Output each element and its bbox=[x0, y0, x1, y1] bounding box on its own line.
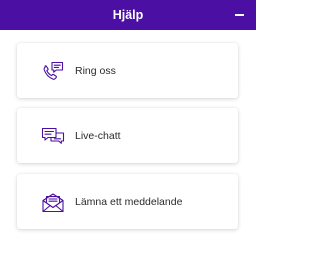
minimize-icon bbox=[234, 14, 244, 16]
help-widget: Hjälp Ring oss Live-chatt Lämna ett medd… bbox=[0, 0, 256, 273]
header-title: Hjälp bbox=[112, 8, 144, 22]
option-label: Ring oss bbox=[75, 64, 116, 77]
option-call-us[interactable]: Ring oss bbox=[17, 43, 238, 98]
minimize-button[interactable] bbox=[230, 6, 248, 24]
help-header: Hjälp bbox=[0, 0, 256, 30]
option-label: Lämna ett meddelande bbox=[75, 195, 183, 208]
option-live-chat[interactable]: Live-chatt bbox=[17, 108, 238, 163]
phone-chat-icon bbox=[40, 58, 66, 84]
envelope-letter-icon bbox=[40, 189, 66, 215]
option-label: Live-chatt bbox=[75, 129, 121, 142]
chat-bubbles-icon bbox=[40, 123, 66, 149]
option-leave-message[interactable]: Lämna ett meddelande bbox=[17, 174, 238, 229]
